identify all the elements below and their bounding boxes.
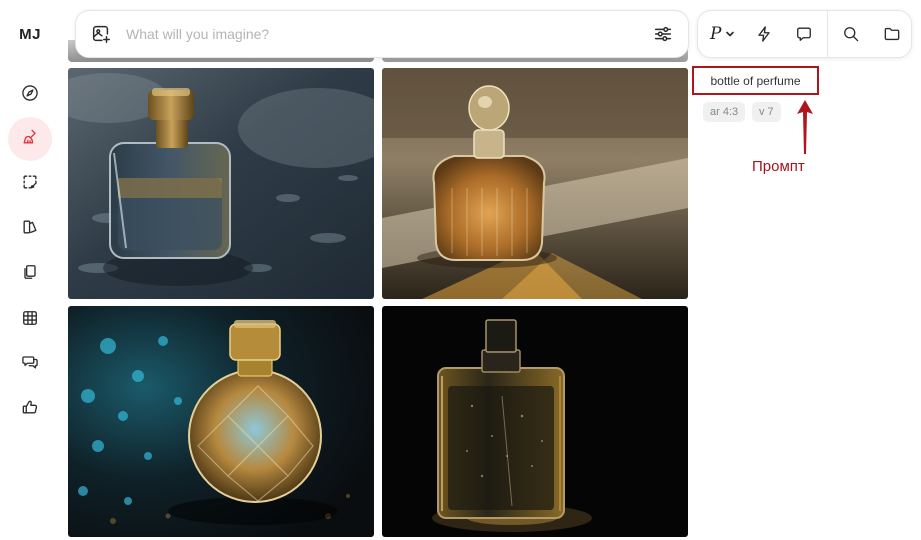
prompt-input[interactable] — [126, 26, 652, 42]
imagine-bar — [75, 10, 689, 58]
lightning-icon — [754, 24, 774, 44]
settings-button[interactable] — [652, 23, 674, 45]
sidebar-item-chat[interactable] — [8, 342, 52, 386]
perfume-image-4 — [382, 306, 688, 537]
edit-dashed-icon — [20, 172, 40, 197]
sidebar-item-grid[interactable] — [8, 298, 52, 342]
thumbs-up-icon — [20, 397, 40, 422]
chevron-down-icon — [725, 29, 735, 39]
personalize-button[interactable]: P — [698, 10, 748, 58]
chat-bubbles-icon — [20, 352, 40, 377]
sidebar: MJ — [0, 0, 60, 540]
perfume-image-2 — [382, 68, 688, 299]
chat-icon — [794, 24, 814, 44]
sidebar-item-explore[interactable] — [8, 73, 52, 117]
generated-image-4[interactable] — [382, 306, 688, 537]
generated-image-2[interactable] — [382, 68, 688, 299]
folder-button[interactable] — [873, 10, 911, 58]
chat-button[interactable] — [781, 10, 827, 58]
perfume-image-3 — [68, 306, 374, 537]
generated-image-3[interactable] — [68, 306, 374, 537]
prompt-text: bottle of perfume — [710, 73, 801, 88]
sidebar-item-edit[interactable] — [8, 162, 52, 206]
sidebar-item-styles[interactable] — [8, 207, 52, 251]
personalize-label: P — [710, 24, 722, 44]
top-toolbar: P — [697, 10, 912, 58]
search-button[interactable] — [828, 10, 874, 58]
sliders-icon — [652, 23, 674, 45]
styles-icon — [20, 217, 40, 242]
copy-icon — [20, 262, 40, 287]
search-icon — [841, 24, 861, 44]
speed-button[interactable] — [748, 10, 782, 58]
brush-icon — [20, 127, 40, 152]
perfume-image-1 — [68, 68, 374, 299]
generated-image-1[interactable] — [68, 68, 374, 299]
sidebar-item-likes[interactable] — [8, 387, 52, 431]
annotation-arrow-icon — [797, 100, 813, 154]
add-image-button[interactable] — [90, 23, 112, 45]
logo[interactable]: MJ — [0, 26, 60, 43]
sidebar-item-create[interactable] — [8, 117, 52, 161]
param-tag-aspect[interactable]: ar 4:3 — [703, 102, 746, 122]
sidebar-item-organize[interactable] — [8, 252, 52, 296]
compass-icon — [20, 83, 40, 108]
image-add-icon — [90, 23, 112, 45]
prompt-highlight-box[interactable]: bottle of perfume — [692, 66, 819, 95]
annotation-label: Промпт — [752, 158, 805, 175]
folder-icon — [882, 24, 902, 44]
grid-icon — [20, 308, 40, 333]
param-tag-version[interactable]: v 7 — [752, 102, 781, 122]
